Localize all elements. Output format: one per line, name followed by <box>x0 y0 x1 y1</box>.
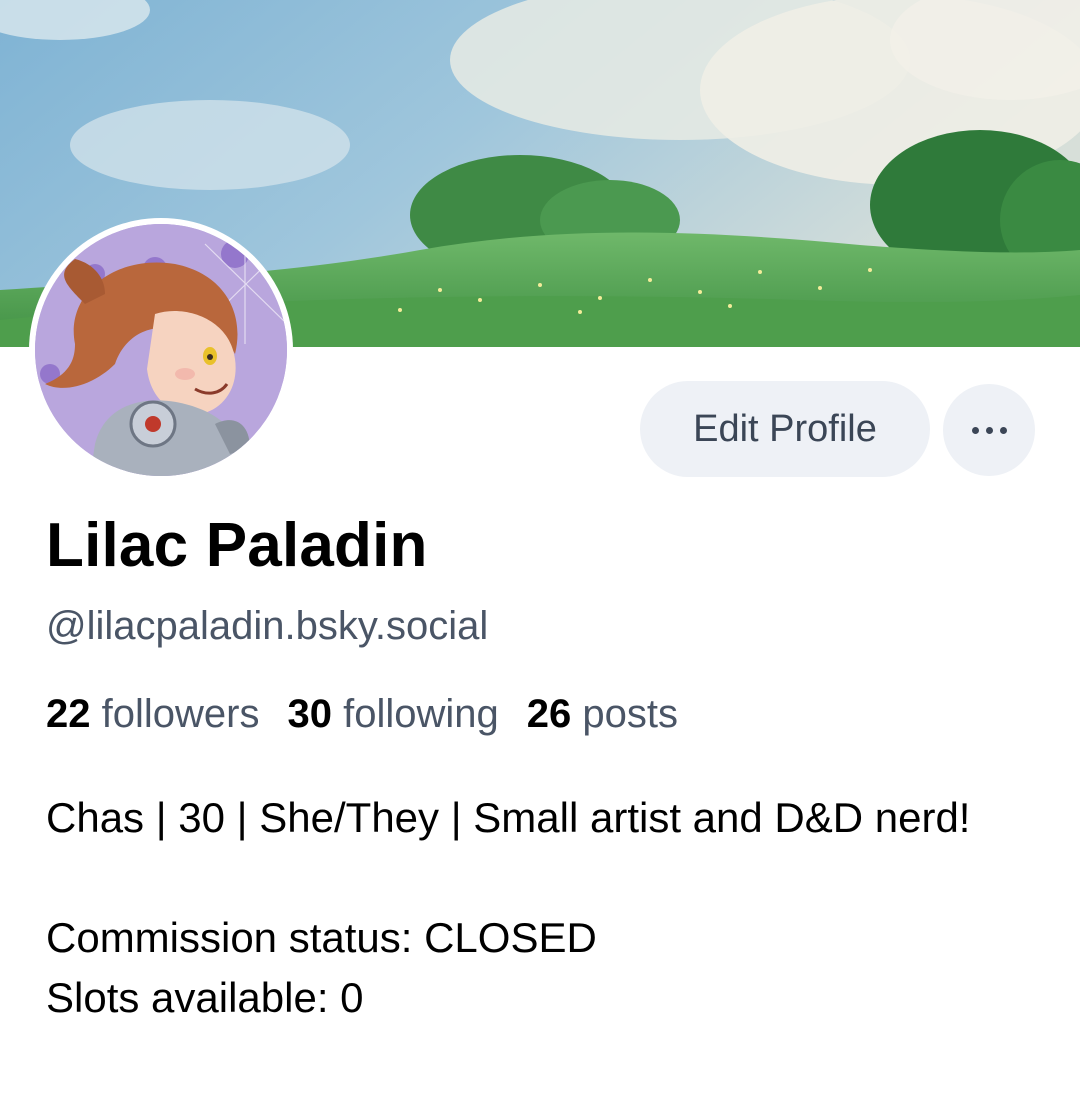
posts-count: 26 <box>526 692 572 736</box>
followers-label: followers <box>101 692 260 736</box>
profile-stats: 22 followers 30 following 26 posts <box>46 692 678 737</box>
posts-label: posts <box>582 692 678 736</box>
bio-line-commission-status: Commission status: CLOSED <box>46 914 597 961</box>
display-name: Lilac Paladin <box>46 511 428 580</box>
posts-stat: 26 posts <box>527 692 678 737</box>
more-horizontal-icon <box>971 426 1007 434</box>
profile-bio: Chas | 30 | She/They | Small artist and … <box>46 788 1046 1028</box>
edit-profile-button[interactable]: Edit Profile <box>640 381 930 477</box>
following-count: 30 <box>287 692 332 736</box>
followers-count: 22 <box>46 692 91 736</box>
bio-line-slots: Slots available: 0 <box>46 974 364 1021</box>
more-options-button[interactable] <box>943 384 1035 476</box>
bio-line-intro: Chas | 30 | She/They | Small artist and … <box>46 794 971 841</box>
profile-handle: @lilacpaladin.bsky.social <box>46 604 489 648</box>
following-stat[interactable]: 30 following <box>287 692 498 737</box>
avatar-image <box>35 224 287 476</box>
avatar[interactable] <box>29 218 293 482</box>
followers-stat[interactable]: 22 followers <box>46 692 259 737</box>
following-label: following <box>343 692 499 736</box>
